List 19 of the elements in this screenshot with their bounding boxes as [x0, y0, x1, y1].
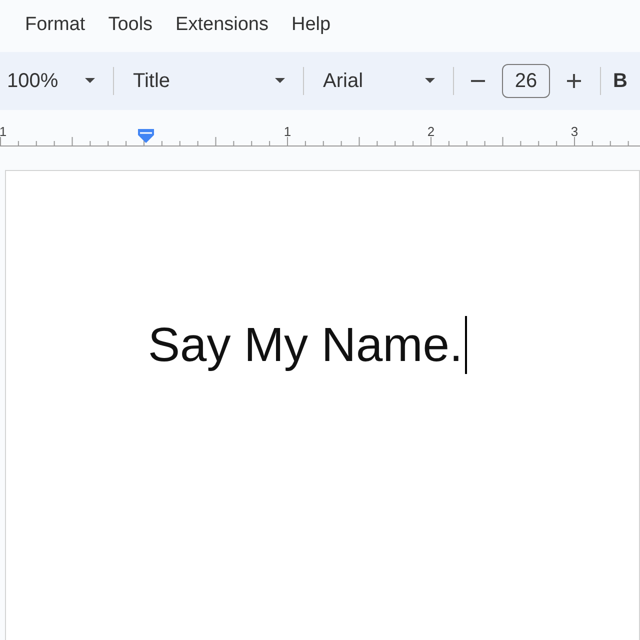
document-title: Say My Name.: [148, 318, 463, 372]
indent-marker-icon[interactable]: [137, 128, 155, 144]
font-dropdown[interactable]: Arial: [323, 70, 435, 92]
menu-item[interactable]: Help: [292, 14, 331, 36]
plus-icon[interactable]: [566, 73, 582, 89]
menu-item[interactable]: Tools: [108, 14, 153, 36]
font-size-field[interactable]: 26: [502, 64, 550, 98]
zoom-dropdown[interactable]: 100%: [7, 70, 95, 92]
menu-item[interactable]: Format: [25, 14, 86, 36]
style-dropdown[interactable]: Title: [133, 70, 285, 92]
menu-item[interactable]: Extensions: [176, 14, 268, 36]
ruler-number: 1: [0, 124, 7, 139]
ruler-number: 3: [570, 124, 578, 139]
bold-button[interactable]: B: [613, 70, 628, 92]
ruler-number: 2: [427, 124, 435, 139]
ruler-number: 1: [284, 124, 292, 139]
caret-icon: [85, 78, 95, 84]
caret-icon: [275, 78, 285, 84]
caret-icon: [425, 78, 435, 84]
